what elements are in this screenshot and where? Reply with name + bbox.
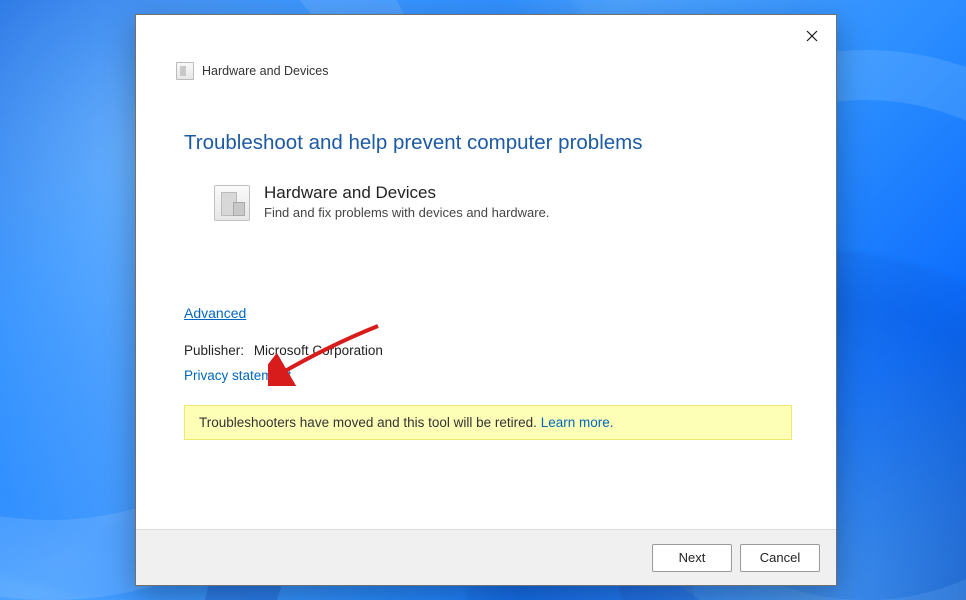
troubleshooter-item: Hardware and Devices Find and fix proble…: [184, 183, 796, 221]
troubleshooter-description: Find and fix problems with devices and h…: [264, 205, 549, 220]
close-icon: [806, 30, 818, 42]
advanced-link[interactable]: Advanced: [184, 305, 246, 321]
privacy-statement-link[interactable]: Privacy statement: [184, 368, 291, 383]
device-icon: [214, 185, 250, 221]
deprecation-notice: Troubleshooters have moved and this tool…: [184, 405, 792, 440]
learn-more-link[interactable]: Learn more.: [541, 415, 614, 430]
window-title: Hardware and Devices: [202, 64, 328, 78]
publisher-label: Publisher:: [184, 343, 244, 358]
next-button[interactable]: Next: [652, 544, 732, 572]
notice-text: Troubleshooters have moved and this tool…: [199, 415, 541, 430]
publisher-name: Microsoft Corporation: [254, 343, 383, 358]
troubleshooter-dialog: Hardware and Devices Troubleshoot and he…: [135, 14, 837, 586]
dialog-footer: Next Cancel: [136, 529, 836, 585]
cancel-button[interactable]: Cancel: [740, 544, 820, 572]
titlebar: [136, 15, 836, 59]
publisher-row: Publisher: Microsoft Corporation: [184, 343, 383, 358]
troubleshooter-title: Hardware and Devices: [264, 183, 549, 203]
close-button[interactable]: [794, 21, 830, 51]
dialog-content: Troubleshoot and help prevent computer p…: [136, 83, 836, 529]
main-heading: Troubleshoot and help prevent computer p…: [184, 131, 796, 155]
hardware-icon: [176, 62, 194, 80]
window-header: Hardware and Devices: [136, 59, 836, 83]
